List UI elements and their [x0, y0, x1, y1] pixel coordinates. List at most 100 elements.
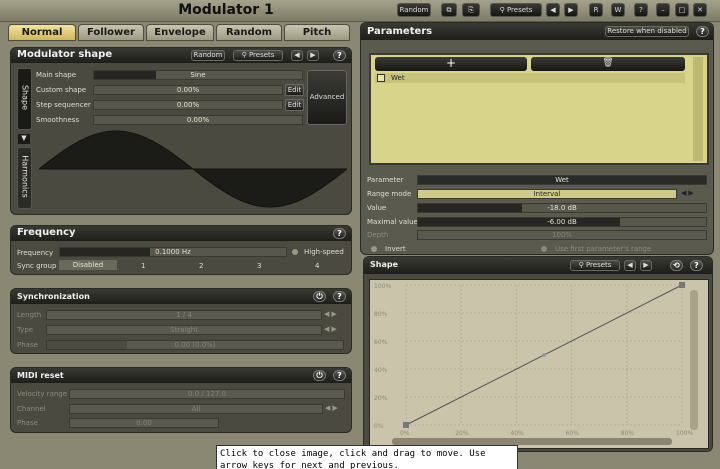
next-preset-button[interactable]: ▶	[564, 3, 578, 17]
tab-follower[interactable]: Follower	[78, 24, 144, 41]
panel-header: Parameters Restore when disabled ?	[361, 23, 713, 40]
smoothness-slider[interactable]: 0.00%	[93, 115, 303, 125]
prev-preset-button[interactable]: ◀	[546, 3, 560, 17]
x-tick-label: 20%	[455, 430, 469, 437]
tab-random[interactable]: Random	[216, 24, 282, 41]
w-button[interactable]: W	[611, 3, 625, 17]
end-point[interactable]	[679, 282, 685, 288]
r-button[interactable]: R	[589, 3, 603, 17]
shape-prev-button[interactable]: ◀	[291, 50, 303, 61]
advanced-button[interactable]: Advanced	[307, 70, 347, 125]
parameter-field[interactable]: Wet	[417, 175, 707, 185]
maximal-value-field[interactable]: -6.00 dB	[417, 217, 707, 227]
chevron-down-icon[interactable]: ▼	[18, 134, 30, 144]
side-tab-shape[interactable]: Shape	[17, 68, 32, 130]
power-icon[interactable]: ⏻	[313, 370, 326, 381]
help-button[interactable]: ?	[333, 228, 346, 239]
main-shape-field[interactable]: Sine	[93, 70, 303, 80]
side-tab-shape-label: Shape	[20, 84, 30, 111]
type-field[interactable]: Straight	[46, 325, 322, 335]
list-item[interactable]: Wet	[375, 73, 685, 83]
horizontal-scrollbar[interactable]	[392, 438, 672, 445]
velocity-range-field[interactable]: 0.0 / 127.0	[69, 389, 345, 399]
channel-field[interactable]: All	[69, 404, 323, 414]
tooltip[interactable]: Click to close image, click and drag to …	[216, 445, 518, 469]
power-icon[interactable]: ⏻	[313, 291, 326, 302]
custom-shape-slider[interactable]: 0.00%	[93, 85, 283, 95]
step-sequencer-edit-button[interactable]: Edit	[285, 99, 304, 111]
range-mode-arrows-icon[interactable]: ◀▶	[681, 189, 696, 197]
help-button[interactable]: ?	[333, 370, 346, 381]
length-arrows-icon[interactable]: ◀▶	[324, 310, 339, 318]
mid-point[interactable]	[542, 353, 546, 357]
high-speed-radio[interactable]	[292, 249, 298, 255]
sync-option-2[interactable]: 2	[199, 262, 203, 270]
range-mode-field[interactable]: Interval	[417, 189, 677, 199]
x-tick-label: 40%	[510, 430, 524, 437]
shape-graph[interactable]: 100% 0% 80% 20% 60% 40% 40% 60% 20% 80% 0% 100%	[369, 279, 709, 449]
sync-option-4[interactable]: 4	[315, 262, 319, 270]
y-tick-label: 80%	[374, 311, 388, 318]
frequency-panel: Frequency ? Frequency 0.1000 Hz High-spe…	[10, 225, 352, 275]
vertical-scrollbar[interactable]	[690, 290, 698, 430]
help-button[interactable]: ?	[690, 260, 703, 271]
side-tab-harmonics[interactable]: Harmonics	[17, 147, 32, 209]
use-first-radio[interactable]	[541, 246, 547, 252]
paste-icon[interactable]: ⎘	[462, 3, 480, 17]
x-tick-label: 80%	[621, 430, 635, 437]
x-tick-label: 0%	[400, 430, 410, 437]
random-button[interactable]: Random	[397, 3, 431, 17]
help-button[interactable]: ?	[333, 291, 346, 302]
parameter-label: Parameter	[367, 176, 404, 184]
y-tick-label: 100%	[374, 283, 391, 290]
invert-radio[interactable]	[371, 246, 377, 252]
restore-when-disabled-button[interactable]: Restore when disabled	[605, 26, 689, 37]
help-button[interactable]: ?	[634, 3, 648, 17]
tab-pitch[interactable]: Pitch	[284, 24, 350, 41]
shape-presets-button[interactable]: ⚲ Presets	[570, 260, 620, 271]
reset-icon[interactable]: ⟲	[670, 260, 683, 271]
shape-prev-button[interactable]: ◀	[624, 260, 636, 271]
maximize-icon[interactable]: □	[675, 3, 689, 17]
value-field[interactable]: -18.0 dB	[417, 203, 707, 213]
shape-next-button[interactable]: ▶	[640, 260, 652, 271]
sync-option-3[interactable]: 3	[257, 262, 261, 270]
value-value: -18.0 dB	[547, 204, 577, 212]
copy-icon[interactable]: ⧉	[441, 3, 457, 17]
midi-phase-field[interactable]: 0.00	[69, 418, 219, 428]
help-button[interactable]: ?	[696, 26, 709, 37]
delete-parameter-button[interactable]: 🗑	[531, 57, 685, 71]
midi-reset-panel: MIDI reset ⏻ ? Velocity range 0.0 / 127.…	[10, 367, 352, 433]
sync-option-disabled[interactable]: Disabled	[59, 260, 117, 270]
sync-option-1[interactable]: 1	[141, 262, 145, 270]
minimize-icon[interactable]: –	[656, 3, 670, 17]
close-icon[interactable]: ✕	[693, 3, 707, 17]
list-scrollbar[interactable]	[693, 57, 703, 161]
tab-normal[interactable]: Normal	[8, 24, 76, 41]
channel-arrows-icon[interactable]: ◀▶	[325, 404, 340, 412]
presets-label: Presets	[248, 51, 275, 59]
add-parameter-button[interactable]: +	[375, 57, 527, 71]
presets-button[interactable]: ⚲ Presets	[490, 3, 542, 17]
length-field[interactable]: 1 / 4	[46, 310, 322, 320]
step-sequencer-slider[interactable]: 0.00%	[93, 100, 283, 110]
tab-envelope[interactable]: Envelope	[146, 24, 214, 41]
shape-next-button[interactable]: ▶	[307, 50, 319, 61]
x-tick-label: 100%	[676, 430, 693, 437]
item-checkbox[interactable]	[377, 74, 385, 82]
range-mode-label: Range mode	[367, 190, 412, 198]
depth-value: 100%	[551, 231, 572, 239]
start-point[interactable]	[403, 422, 409, 428]
frequency-fill	[60, 248, 151, 256]
shape-random-button[interactable]: Random	[191, 50, 225, 61]
shape-presets-button[interactable]: ⚲ Presets	[233, 50, 283, 61]
phase-slider[interactable]: 0.00 (0.0%)	[46, 340, 344, 350]
type-arrows-icon[interactable]: ◀▶	[324, 325, 339, 333]
tooltip-line-2: arrow keys for next and previous.	[220, 461, 399, 469]
frequency-slider[interactable]: 0.1000 Hz	[59, 247, 287, 257]
custom-shape-edit-button[interactable]: Edit	[285, 84, 304, 96]
help-button[interactable]: ?	[333, 50, 346, 61]
depth-field[interactable]: 100%	[417, 230, 707, 240]
maximal-value-label: Maximal value	[367, 218, 418, 226]
presets-label: Presets	[585, 261, 612, 269]
